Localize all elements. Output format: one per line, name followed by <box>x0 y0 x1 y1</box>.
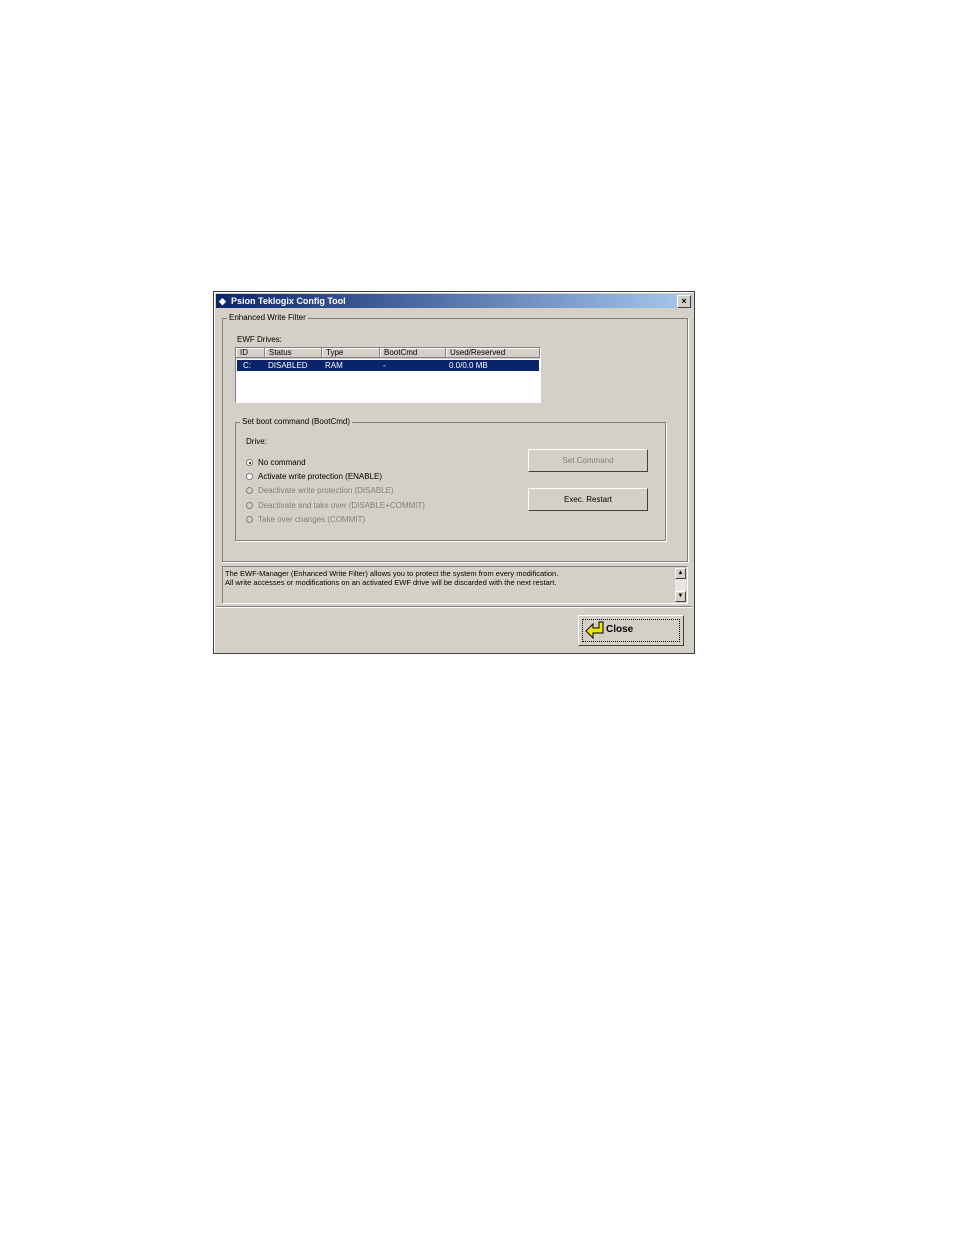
radio-label: No command <box>258 458 306 467</box>
cell-bootcmd: - <box>383 361 386 370</box>
yellow-arrow-icon <box>585 621 604 640</box>
close-button[interactable]: Close <box>578 615 684 646</box>
column-header-bootcmd[interactable]: BootCmd <box>380 348 446 358</box>
column-header-used-reserved[interactable]: Used/Reserved <box>446 348 540 358</box>
title-bar[interactable]: ◆ Psion Teklogix Config Tool × <box>216 294 692 308</box>
info-line-2: All write accesses or modifications on a… <box>225 578 557 587</box>
cell-used-reserved: 0.0/0.0 MB <box>449 361 488 370</box>
ewf-drives-label: EWF Drives: <box>237 335 282 344</box>
cell-id: C: <box>243 361 251 370</box>
config-tool-dialog: ◆ Psion Teklogix Config Tool × Enhanced … <box>213 291 695 654</box>
info-text: The EWF-Manager (Enhanced Write Filter) … <box>225 569 673 587</box>
radio-indicator[interactable] <box>246 473 253 480</box>
group-legend: Enhanced Write Filter <box>227 313 308 322</box>
info-text-box[interactable]: The EWF-Manager (Enhanced Write Filter) … <box>222 566 688 604</box>
info-scrollbar[interactable]: ▲ ▼ <box>675 568 686 602</box>
window-title: Psion Teklogix Config Tool <box>231 296 346 306</box>
radio-label: Take over changes (COMMIT) <box>258 515 366 524</box>
table-row[interactable]: C: DISABLED RAM - 0.0/0.0 MB <box>237 360 539 371</box>
radio-indicator[interactable] <box>246 459 253 466</box>
radio-indicator[interactable] <box>246 487 253 494</box>
list-header: ID Status Type BootCmd Used/Reserved <box>236 348 540 359</box>
cell-type: RAM <box>325 361 343 370</box>
cell-status: DISABLED <box>268 361 308 370</box>
column-header-status[interactable]: Status <box>265 348 322 358</box>
close-button-label: Close <box>606 624 634 635</box>
column-header-type[interactable]: Type <box>322 348 380 358</box>
info-line-1: The EWF-Manager (Enhanced Write Filter) … <box>225 569 559 578</box>
group-legend: Set boot command (BootCmd) <box>240 417 353 426</box>
radio-indicator[interactable] <box>246 516 253 523</box>
radio-indicator[interactable] <box>246 502 253 509</box>
set-command-button[interactable]: Set Command <box>528 449 648 472</box>
exec-restart-button[interactable]: Exec. Restart <box>528 488 648 511</box>
scroll-up-icon[interactable]: ▲ <box>675 568 686 579</box>
radio-label: Deactivate and take over (DISABLE+COMMIT… <box>258 501 425 510</box>
footer-divider <box>216 606 692 608</box>
window-close-button[interactable]: × <box>677 295 691 308</box>
ewf-drives-list[interactable]: ID Status Type BootCmd Used/Reserved C: … <box>235 347 541 403</box>
drive-label: Drive: <box>246 437 267 446</box>
radio-label: Deactivate write protection (DISABLE) <box>258 486 394 495</box>
app-icon: ◆ <box>219 296 226 306</box>
scroll-down-icon[interactable]: ▼ <box>675 591 686 602</box>
column-header-id[interactable]: ID <box>236 348 265 358</box>
radio-label: Activate write protection (ENABLE) <box>258 472 383 481</box>
